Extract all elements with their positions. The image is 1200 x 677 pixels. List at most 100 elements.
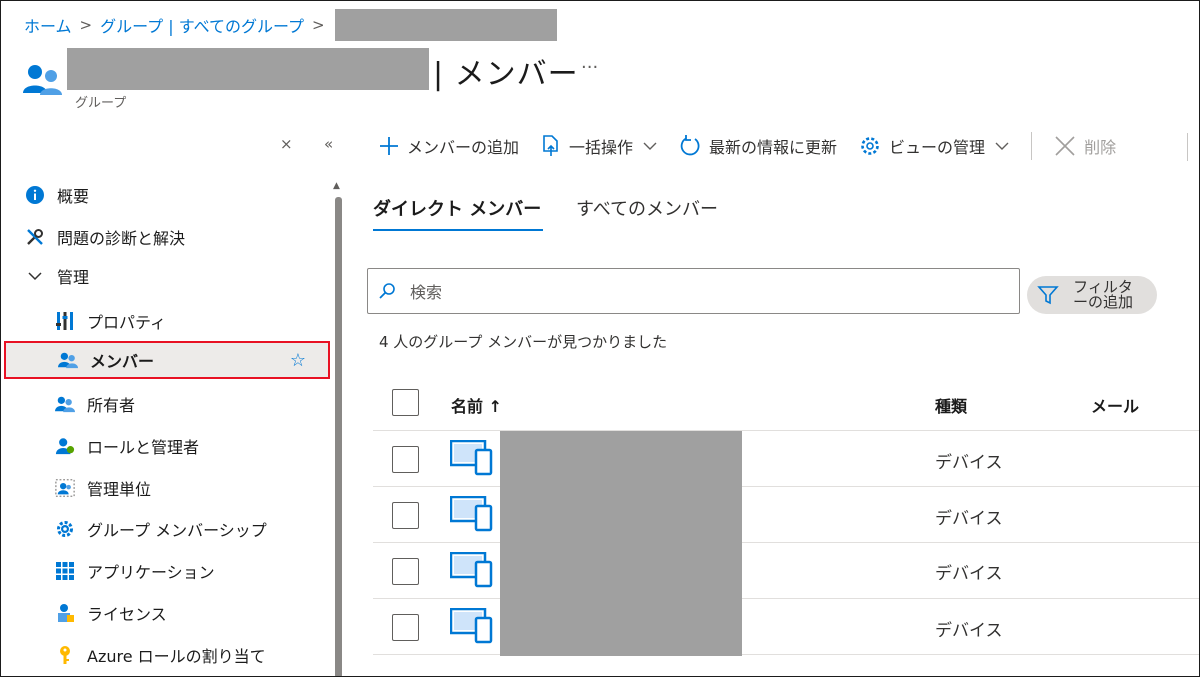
gear-icon xyxy=(859,135,881,157)
breadcrumb-groups[interactable]: グループ | すべてのグループ xyxy=(100,13,304,37)
scroll-up-icon[interactable]: ▲ xyxy=(333,181,340,191)
tab-direct-members[interactable]: ダイレクト メンバー xyxy=(373,195,541,221)
add-filter-button[interactable]: フィルターの追加 xyxy=(1027,276,1157,314)
device-icon xyxy=(450,496,493,532)
redacted-member-names xyxy=(500,431,742,656)
members-icon xyxy=(58,350,78,370)
sidebar-item-properties[interactable]: プロパティ xyxy=(55,309,166,333)
column-header-mail[interactable]: メール xyxy=(1091,393,1139,417)
column-header-type[interactable]: 種類 xyxy=(935,393,967,417)
search-icon xyxy=(378,282,396,300)
sidebar-item-diagnose[interactable]: 問題の診断と解決 xyxy=(25,225,185,249)
add-filter-label: フィルターの追加 xyxy=(1072,278,1133,311)
delete-label: 削除 xyxy=(1084,138,1117,157)
row-type: デバイス xyxy=(935,621,1003,641)
add-member-button[interactable]: メンバーの追加 xyxy=(379,134,519,158)
close-sidebar-button[interactable]: × xyxy=(280,135,293,153)
manage-view-label: ビューの管理 xyxy=(889,138,986,157)
page-title: | メンバー xyxy=(433,57,579,92)
sidebar-item-label: 所有者 xyxy=(87,396,136,415)
table-row-divider xyxy=(373,542,1199,543)
tab-all-members[interactable]: すべてのメンバー xyxy=(576,195,718,221)
properties-icon xyxy=(55,311,75,331)
table-row-divider xyxy=(373,598,1199,599)
result-count: 4 人のグループ メンバーが見つかりました xyxy=(379,333,668,351)
breadcrumb: ホーム > グループ | すべてのグループ > xyxy=(24,9,557,41)
row-type: デバイス xyxy=(935,453,1003,473)
sidebar-item-label: グループ メンバーシップ xyxy=(87,521,267,540)
device-icon xyxy=(450,608,493,644)
search-placeholder: 検索 xyxy=(410,283,443,302)
sidebar-item-label: プロパティ xyxy=(87,313,167,332)
table-row-divider xyxy=(373,430,1199,431)
breadcrumb-home[interactable]: ホーム xyxy=(24,13,72,37)
sidebar-item-admin-units[interactable]: 管理単位 xyxy=(55,476,151,500)
sidebar-item-label: ロールと管理者 xyxy=(87,438,200,457)
sidebar-item-label: Azure ロールの割り当て xyxy=(87,647,266,666)
device-icon xyxy=(450,440,493,476)
manage-view-button[interactable]: ビューの管理 xyxy=(859,134,1009,158)
sidebar-item-applications[interactable]: アプリケーション xyxy=(55,559,215,583)
sidebar-item-owners[interactable]: 所有者 xyxy=(55,392,135,416)
scrollbar-thumb[interactable] xyxy=(335,197,342,676)
chevron-down-icon xyxy=(995,139,1009,153)
redacted-group-name-crumb xyxy=(334,9,557,41)
page-subtitle: グループ xyxy=(75,96,127,111)
more-options-button[interactable]: ··· xyxy=(581,57,598,78)
wrench-icon xyxy=(25,227,45,247)
admin-unit-icon xyxy=(55,478,75,498)
search-input[interactable]: 検索 xyxy=(367,268,1020,314)
close-icon xyxy=(1054,135,1076,157)
sidebar-item-members[interactable]: メンバー ☆ xyxy=(4,341,330,379)
redacted-group-name xyxy=(67,48,429,90)
refresh-label: 最新の情報に更新 xyxy=(709,138,838,157)
column-header-name[interactable]: 名前 ↑ xyxy=(451,393,502,417)
sidebar-item-label: 問題の診断と解決 xyxy=(57,229,186,248)
refresh-button[interactable]: 最新の情報に更新 xyxy=(679,134,837,158)
toolbar-divider xyxy=(1031,132,1033,160)
sidebar-item-overview[interactable]: 概要 xyxy=(25,183,89,207)
table-row-divider xyxy=(373,654,1199,655)
select-all-checkbox[interactable] xyxy=(392,389,419,416)
row-checkbox[interactable] xyxy=(392,502,419,529)
breadcrumb-separator: > xyxy=(79,16,93,34)
key-icon xyxy=(55,645,75,665)
chevron-down-icon xyxy=(25,266,45,286)
sidebar-item-label: アプリケーション xyxy=(87,563,215,582)
sidebar-item-label: 概要 xyxy=(57,187,90,206)
plus-icon xyxy=(379,136,399,156)
toolbar-divider xyxy=(1187,133,1188,161)
app-window: ホーム > グループ | すべてのグループ > | メンバー ··· グループ … xyxy=(0,0,1200,677)
row-checkbox[interactable] xyxy=(392,558,419,585)
sidebar-item-licenses[interactable]: ライセンス xyxy=(55,601,167,625)
sidebar-item-label: ライセンス xyxy=(87,605,167,624)
sidebar-item-label: 管理単位 xyxy=(87,480,152,499)
row-checkbox[interactable] xyxy=(392,614,419,641)
filter-icon xyxy=(1037,284,1059,306)
owners-icon xyxy=(55,394,75,414)
sidebar-item-roles[interactable]: ロールと管理者 xyxy=(55,434,199,458)
breadcrumb-separator: > xyxy=(312,16,325,34)
device-icon xyxy=(450,552,493,588)
sidebar-scrollbar[interactable]: ▲ xyxy=(333,181,343,676)
roles-icon xyxy=(55,436,75,456)
sidebar-item-label: 管理 xyxy=(57,268,90,287)
license-icon xyxy=(55,603,75,623)
collapse-sidebar-button[interactable]: « xyxy=(324,135,333,153)
delete-button[interactable]: 削除 xyxy=(1054,134,1116,158)
add-member-label: メンバーの追加 xyxy=(407,138,520,157)
group-icon xyxy=(23,65,62,95)
apps-grid-icon xyxy=(55,561,75,581)
sidebar-item-group-membership[interactable]: グループ メンバーシップ xyxy=(55,517,267,541)
bulk-operations-button[interactable]: 一括操作 xyxy=(541,134,657,158)
bulk-file-icon xyxy=(541,135,561,157)
bulk-operations-label: 一括操作 xyxy=(569,138,634,157)
favorite-star-icon[interactable]: ☆ xyxy=(290,350,306,371)
info-icon xyxy=(25,185,45,205)
tab-active-indicator xyxy=(373,229,543,231)
row-checkbox[interactable] xyxy=(392,446,419,473)
gear-icon xyxy=(55,519,75,539)
table-row-divider xyxy=(373,486,1199,487)
sidebar-item-azure-roles[interactable]: Azure ロールの割り当て xyxy=(55,643,266,667)
sidebar-group-manage[interactable]: 管理 xyxy=(25,264,89,288)
